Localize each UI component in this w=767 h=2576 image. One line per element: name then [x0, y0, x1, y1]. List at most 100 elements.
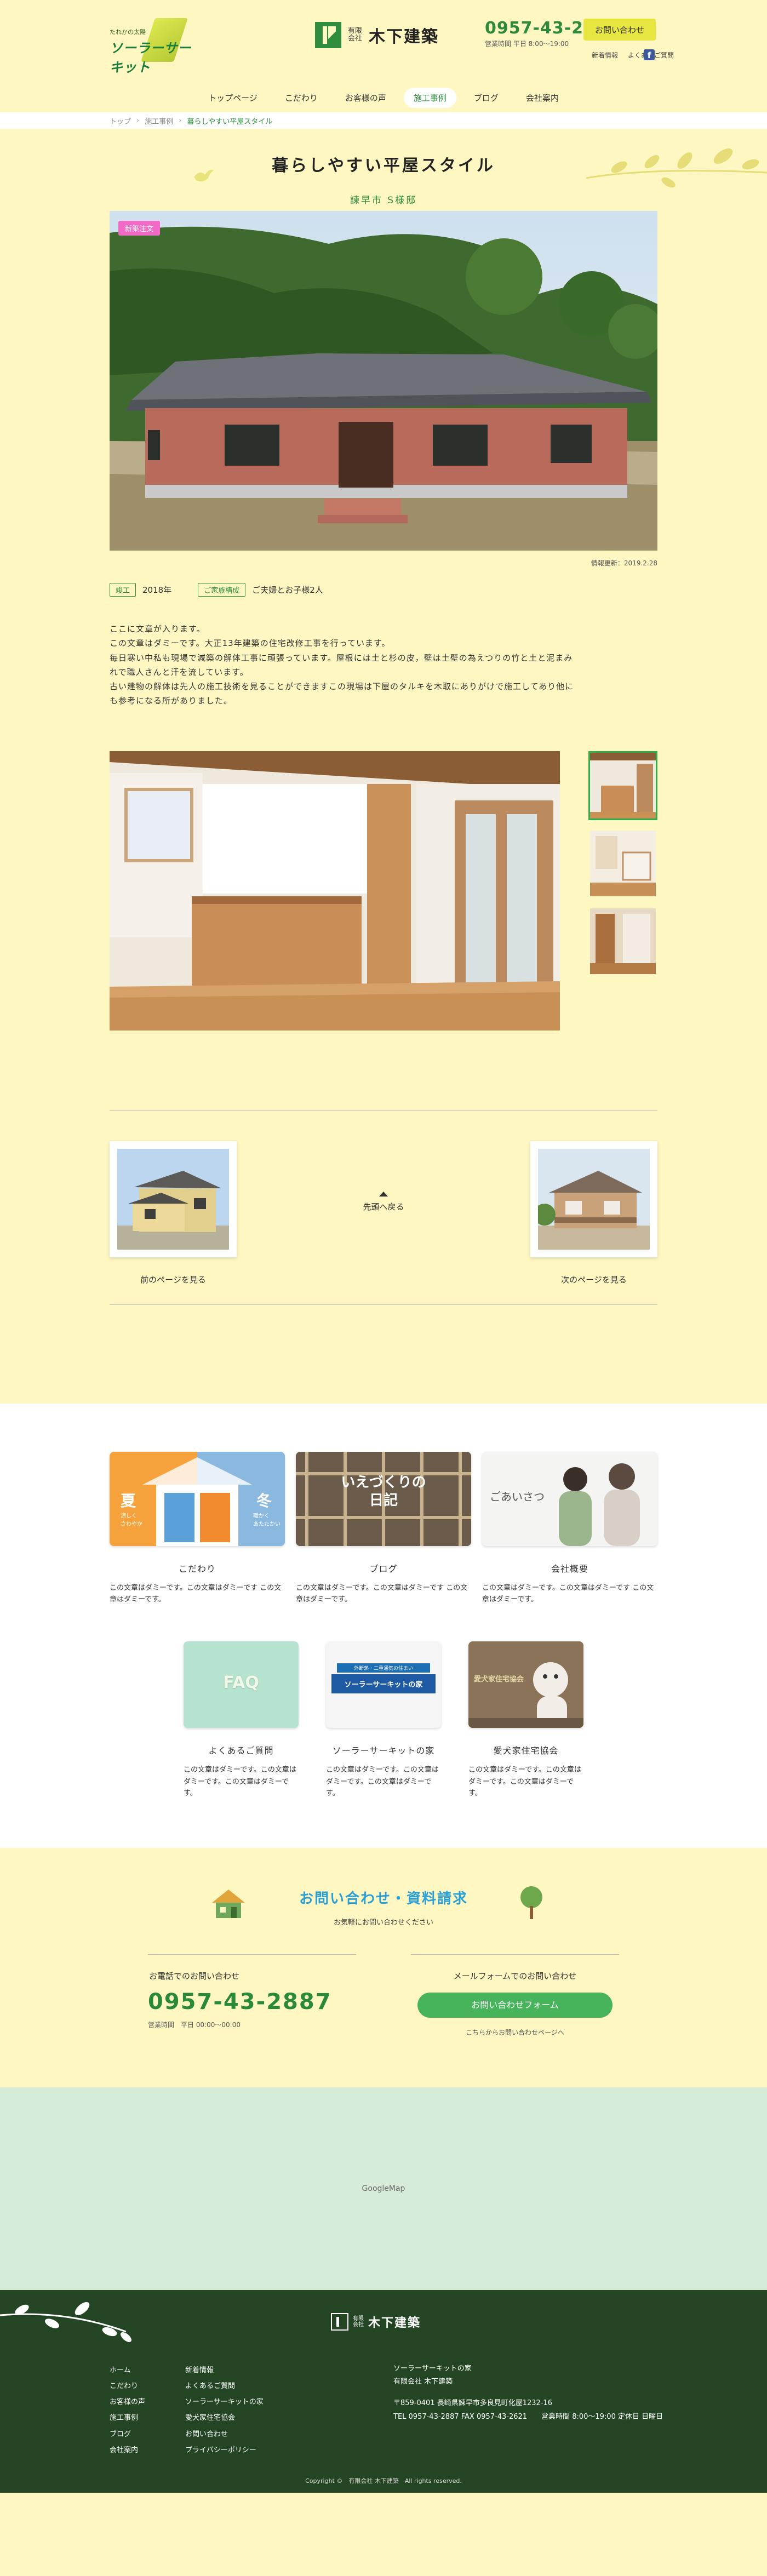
- footer-info-line: 有限会社 木下建築: [393, 2378, 453, 2386]
- solar-circuit-image: 外断熱・二重通気の住まい ソーラーサーキットの家: [326, 1641, 441, 1728]
- kodawari-image: 夏 涼しく さわやか 冬 暖かく あたたかい: [110, 1451, 285, 1546]
- nav-company[interactable]: 会社案内: [516, 88, 569, 108]
- next-page-link[interactable]: 次のページを見る: [530, 1141, 657, 1285]
- footer-link[interactable]: ソーラーサーキットの家: [185, 2394, 264, 2410]
- solar-circuit-overlay-small: 外断熱・二重通気の住まい: [337, 1663, 430, 1673]
- global-nav: トップページ こだわり お客様の声 施工事例 ブログ 会社案内: [0, 88, 767, 108]
- next-page-thumbnail: [530, 1141, 657, 1257]
- form-contact: メールフォームでのお問い合わせ お問い合わせフォーム こちらからお問い合わせペー…: [411, 1954, 619, 2037]
- google-map[interactable]: GoogleMap: [0, 2087, 767, 2290]
- news-link[interactable]: 新着情報: [592, 50, 618, 60]
- solar-circuit-title: ソーラーサーキットの家: [332, 1745, 435, 1756]
- contact-lead: お気軽にお問い合わせください: [333, 1918, 433, 1927]
- contact-form-button[interactable]: お問い合わせフォーム: [417, 1992, 613, 2018]
- photo-gallery: [110, 751, 657, 1031]
- solar-circuit-overlay: ソーラーサーキットの家: [331, 1674, 436, 1694]
- breadcrumb-current: 暮らしやすい平屋スタイル: [187, 117, 273, 126]
- back-to-list-link[interactable]: 先頭へ戻る: [356, 1191, 411, 1212]
- hero-photo: 新築注文: [110, 211, 657, 551]
- interior-image: [110, 751, 560, 1031]
- footer-link[interactable]: ホーム: [110, 2362, 145, 2378]
- footer-logo[interactable]: 有限 会社 木下建築: [331, 2312, 421, 2331]
- faq-title: よくあるご質問: [208, 1745, 274, 1756]
- logo-tagline: たれかの太陽: [110, 28, 146, 36]
- family-tag: ご家族構成: [198, 583, 246, 597]
- dog-house-card[interactable]: 愛犬家住宅協会 愛犬家住宅協会 この文章はダミーです。この文章はダミーです。この…: [468, 1641, 583, 1799]
- page-subtitle: 諫早市 S様邸: [350, 195, 417, 206]
- link-row-2: FAQ よくあるご質問 この文章はダミーです。この文章はダミーです。この文章はダ…: [184, 1641, 583, 1799]
- nav-top[interactable]: トップページ: [198, 88, 267, 108]
- company-card[interactable]: ごあいさつ 会社概要 この文章はダミーです。この文章はダミーです この文章はダミ…: [482, 1451, 657, 1606]
- winter-label: 冬: [256, 1491, 272, 1510]
- footer-link[interactable]: お問い合わせ: [185, 2426, 264, 2442]
- form-note: こちらからお問い合わせページへ: [466, 2028, 564, 2036]
- caret-up-icon: [379, 1191, 388, 1197]
- gallery-main-photo: [110, 751, 560, 1031]
- gallery-thumb[interactable]: [588, 829, 657, 898]
- company-image: ごあいさつ: [482, 1451, 657, 1546]
- gallery-thumb[interactable]: [588, 907, 657, 976]
- body-line: も参考になる所がありました。: [110, 696, 233, 706]
- company-desc: この文章はダミーです。この文章はダミーです この文章はダミーです。: [482, 1583, 654, 1604]
- prev-page-label: 前のページを見る: [140, 1274, 206, 1285]
- contact-columns: お電話でのお問い合わせ 0957-43-2887 営業時間 平日 00:00〜0…: [148, 1954, 619, 2037]
- nav-kodawari[interactable]: こだわり: [275, 88, 328, 108]
- logo-brand: ソーラーサーキット: [110, 41, 192, 75]
- branch-decoration-icon: [0, 2302, 131, 2342]
- breadcrumb: トップ › 施工事例 › 暮らしやすい平屋スタイル: [0, 112, 767, 129]
- page-navigation: 前のページを見る 先頭へ戻る 次のページを見る: [110, 1110, 657, 1305]
- faq-card[interactable]: FAQ よくあるご質問 この文章はダミーです。この文章はダミーです。この文章はダ…: [184, 1641, 299, 1799]
- company-title: 会社概要: [551, 1563, 588, 1574]
- blog-desc: この文章はダミーです。この文章はダミーです この文章はダミーです。: [296, 1583, 468, 1604]
- blog-overlay: いえづくりの 日記: [341, 1474, 426, 1509]
- footer-link[interactable]: ブログ: [110, 2426, 145, 2442]
- footer-link[interactable]: よくあるご質問: [185, 2378, 264, 2394]
- solar-circuit-logo[interactable]: たれかの太陽 ソーラーサーキット: [110, 15, 203, 75]
- facebook-icon[interactable]: f: [644, 49, 655, 60]
- footer-info-line: ソーラーサーキットの家: [393, 2364, 472, 2373]
- contact-button[interactable]: お問い合わせ: [583, 19, 656, 41]
- chevron-right-icon: ›: [179, 116, 182, 125]
- copyright: Copyright © 有限会社 木下建築 All rights reserve…: [305, 2477, 462, 2485]
- company-name: 木下建築: [369, 27, 439, 47]
- main-content: 新築注文 情報更新：2019.2.28 竣工 2018年 ご家族構成 ご夫婦とお…: [110, 211, 657, 1305]
- footer-link[interactable]: 会社案内: [110, 2442, 145, 2458]
- form-heading: メールフォームでのお問い合わせ: [453, 1971, 577, 1981]
- footer-link[interactable]: 愛犬家住宅協会: [185, 2410, 264, 2426]
- footer-link[interactable]: こだわり: [110, 2378, 145, 2394]
- article-body: ここに文章が入ります。 この文章はダミーです。大正13年建築の住宅改修工事を行っ…: [110, 622, 657, 708]
- gallery-thumb[interactable]: [588, 751, 657, 820]
- site-footer: 有限 会社 木下建築 ホーム こだわり お客様の声 施工事例 ブログ 会社案内 …: [0, 2289, 767, 2493]
- faq-overlay: FAQ: [223, 1673, 259, 1693]
- dog-house-overlay: 愛犬家住宅協会: [474, 1675, 524, 1684]
- footer-link[interactable]: プライバシーポリシー: [185, 2442, 264, 2458]
- kodawari-card[interactable]: 夏 涼しく さわやか 冬 暖かく あたたかい こだわり この文章はダミーです。こ…: [110, 1451, 285, 1606]
- kinoshita-k-icon: [331, 2312, 348, 2331]
- kodawari-desc: この文章はダミーです。この文章はダミーです この文章はダミーです。: [110, 1583, 282, 1604]
- link-row-1: 夏 涼しく さわやか 冬 暖かく あたたかい こだわり この文章はダミーです。こ…: [110, 1451, 657, 1606]
- footer-link[interactable]: 施工事例: [110, 2410, 145, 2426]
- breadcrumb-home[interactable]: トップ: [110, 116, 131, 126]
- contact-phone[interactable]: 0957-43-2887: [148, 1989, 356, 2014]
- nav-blog[interactable]: ブログ: [464, 88, 508, 108]
- contact-section: お問い合わせ・資料請求 お気軽にお問い合わせください お電話でのお問い合わせ 0…: [0, 1847, 767, 2087]
- footer-link[interactable]: 新着情報: [185, 2362, 264, 2378]
- breadcrumb-section[interactable]: 施工事例: [145, 116, 173, 126]
- header-contact: 0957-43-2887 営業時間 平日 8:00〜19:00 お問い合わせ 新…: [485, 19, 674, 60]
- prev-page-thumbnail: [110, 1141, 237, 1257]
- company-type: 有限 会社: [348, 26, 363, 43]
- faq-desc: この文章はダミーです。この文章はダミーです。この文章はダミーです。: [184, 1766, 296, 1798]
- blog-card[interactable]: いえづくりの 日記 ブログ この文章はダミーです。この文章はダミーです この文章…: [296, 1451, 471, 1606]
- nav-voice[interactable]: お客様の声: [335, 88, 396, 108]
- company-logo[interactable]: 有限 会社 木下建築: [315, 22, 439, 48]
- nav-works[interactable]: 施工事例: [403, 88, 456, 108]
- prev-page-link[interactable]: 前のページを見る: [110, 1141, 237, 1285]
- kinoshita-k-icon: [315, 22, 341, 48]
- summer-label: 夏: [121, 1491, 136, 1510]
- solar-circuit-card[interactable]: 外断熱・二重通気の住まい ソーラーサーキットの家 ソーラーサーキットの家 この文…: [326, 1641, 441, 1799]
- body-line: 毎日寒い中私も現場で減築の解体工事に頑張っています。屋根には土と杉の皮，壁は土壁…: [110, 652, 573, 663]
- house-exterior-image: [110, 211, 657, 551]
- back-to-list-label: 先頭へ戻る: [363, 1201, 404, 1212]
- contact-title: お問い合わせ・資料請求: [299, 1890, 468, 1907]
- footer-link[interactable]: お客様の声: [110, 2394, 145, 2410]
